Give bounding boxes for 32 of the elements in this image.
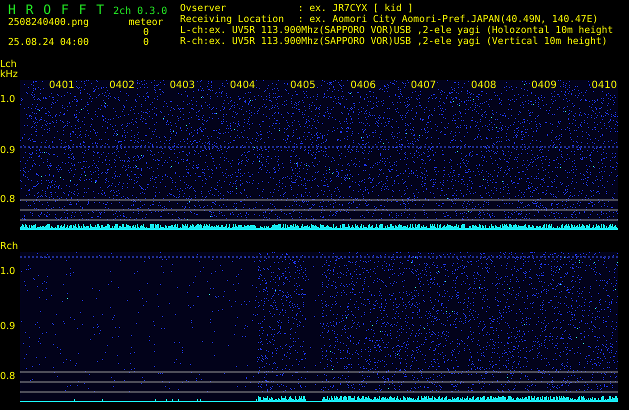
- time-label: 0407: [410, 80, 438, 91]
- time-label: 0402: [108, 80, 136, 91]
- meteor-count: 0: [142, 38, 150, 48]
- axis-tick-label: 1.0: [0, 94, 16, 105]
- info-value: R-ch:ex. UV5R 113.900Mhz(SAPPORO VOR)USB ,2-ele yagi (Vertical 10m height): [180, 36, 608, 47]
- version-label: 2ch 0.3.0: [113, 6, 168, 17]
- meteor-count: 0: [142, 28, 150, 38]
- axis-tick-label: 0.8: [0, 194, 16, 205]
- time-label: 0403: [168, 80, 196, 91]
- axis-tick-label: 0.9: [0, 145, 16, 156]
- channel-label: Rch: [0, 242, 20, 252]
- info-value: L-ch:ex. UV5R 113.900Mhz(SAPPORO VOR)USB ,2-ele yagi (Holozontal 10m height: [180, 25, 614, 36]
- time-label: 0404: [228, 80, 256, 91]
- time-label: 0406: [349, 80, 377, 91]
- time-label: 0410: [590, 80, 618, 91]
- channel-label: Lch: [0, 60, 17, 70]
- axis-tick-label: 1.0: [0, 266, 16, 277]
- time-label: 0409: [530, 80, 558, 91]
- axis-tick-label: 0.9: [0, 321, 16, 332]
- unit-label: kHz: [0, 70, 19, 80]
- time-label: 0405: [289, 80, 317, 91]
- date-time: 25.08.24 04:00: [8, 38, 90, 48]
- info-label: Receiving Location: [180, 14, 285, 25]
- meteor-label: meteor: [128, 18, 164, 28]
- info-label: Ovserver: [180, 3, 228, 14]
- time-label: 0408: [470, 80, 498, 91]
- file-name: 2508240400.png: [8, 18, 90, 28]
- time-label: 0401: [48, 80, 76, 91]
- info-value: : ex. Aomori City Aomori-Pref.JAPAN(40.49N, 140.47E): [298, 14, 598, 25]
- app-title: H R O F F T: [8, 3, 106, 18]
- axis-tick-label: 0.8: [0, 371, 16, 382]
- info-value: : ex. JR7CYX [ kid ]: [298, 3, 414, 14]
